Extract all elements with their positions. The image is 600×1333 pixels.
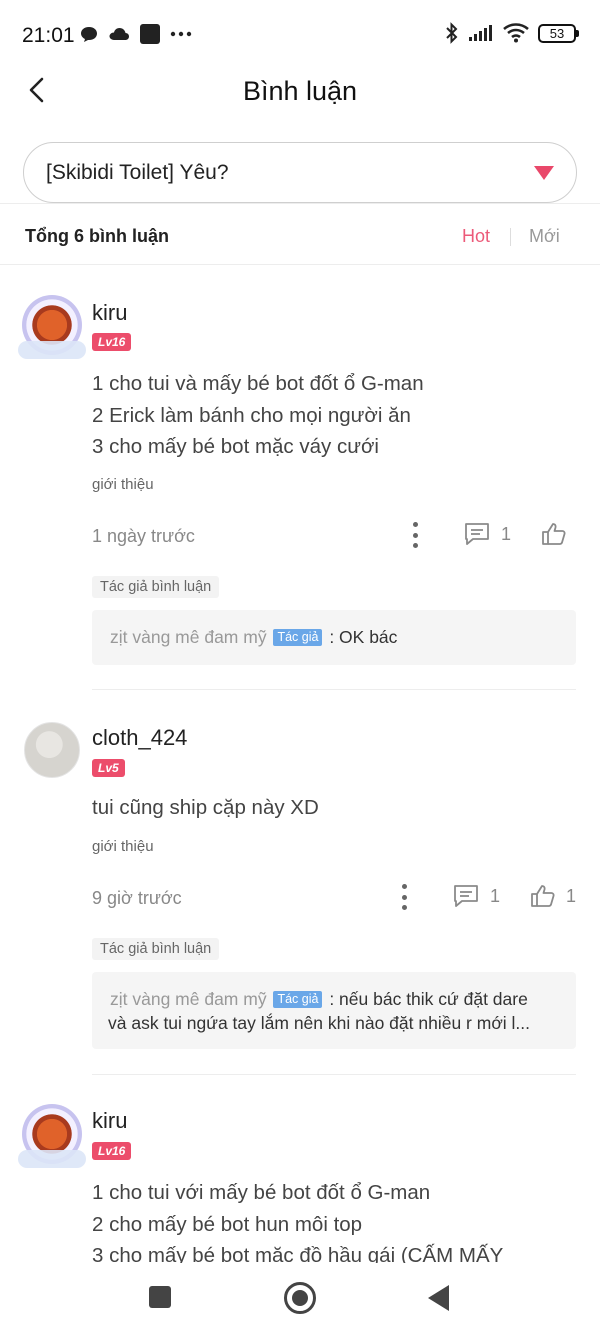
more-dots-icon [170,31,192,37]
chat-bubble-icon [81,27,97,42]
comment-username[interactable]: cloth_424 [92,725,187,751]
comment-tag[interactable]: giới thiệu [92,476,154,493]
system-back-button[interactable] [428,1285,449,1311]
cloud-icon [109,28,129,40]
more-options-button[interactable] [392,882,416,912]
comment-tag[interactable]: giới thiệu [92,838,154,855]
reply-button[interactable]: 1 [463,522,511,546]
status-left-icons [80,24,192,44]
app-square-icon [140,24,160,44]
reply-text: và ask tui ngứa tay lắm nên khi nào đặt … [108,1013,531,1033]
reply-text: : OK bác [329,627,398,647]
reply-author: zịt vàng mê đam mỹ [110,989,267,1009]
thumbs-up-icon [542,523,566,545]
thumbs-up-icon [531,885,555,907]
level-badge: Lv5 [92,759,125,777]
reply-text: : nếu bác thik cứ đặt dare [329,989,528,1009]
reply-author: zịt vàng mê đam mỹ [110,627,267,647]
comment-line: 3 cho mấy bé bot mặc đồ hầu gái (CẤM MẤY [92,1244,504,1263]
author-reply-chip: Tác giả bình luận [92,938,220,960]
comment-username[interactable]: kiru [92,300,127,326]
signal-icon [469,25,492,41]
avatar[interactable] [18,1104,86,1168]
comment-line: 2 Erick làm bánh cho mọi người ăn [92,403,411,427]
level-badge: Lv16 [92,333,132,351]
reply-count: 1 [501,523,512,544]
header: Bình luận [0,62,600,122]
wifi-icon [503,23,529,43]
comment-line: 1 cho tui và mấy bé bot đốt ổ G-man [92,372,424,395]
divider [92,1074,576,1075]
comment-line: 3 cho mấy bé bot mặc váy cưới [92,435,379,458]
comment-item: cloth_424 Lv5 tui cũng ship cặp này XD g… [0,716,600,1056]
like-count: 1 [566,885,577,906]
comment-count: Tổng 6 bình luận [25,226,169,246]
dropdown-arrow-icon [534,166,554,180]
comments-summary: Tổng 6 bình luận Hot Mới [0,214,600,258]
divider [92,689,576,690]
author-tag: Tác giả [273,629,323,646]
author-reply-chip: Tác giả bình luận [92,576,220,598]
comment-line: tui cũng ship cặp này XD [92,796,319,819]
reply-line: zịt vàng mê đam mỹ Tác giả : nếu bác thi… [110,989,562,1010]
comment-icon [454,885,478,907]
system-nav-bar [0,1263,600,1333]
comment-username[interactable]: kiru [92,1108,127,1134]
sort-separator [510,228,511,246]
reply-line: và ask tui ngứa tay lắm nên khi nào đặt … [108,1013,562,1034]
sort-new-tab[interactable]: Mới [529,226,560,247]
bluetooth-icon [446,22,458,44]
status-time: 21:01 [22,24,75,47]
recent-apps-button[interactable] [149,1286,171,1308]
avatar[interactable] [18,295,86,359]
home-button[interactable] [284,1282,316,1314]
comment-icon [465,523,489,545]
comment-time: 9 giờ trước [92,888,182,908]
reply-line: zịt vàng mê đam mỹ Tác giả : OK bác [110,627,562,648]
battery-icon: 53 [538,23,579,43]
sort-hot-tab[interactable]: Hot [462,226,490,247]
page-title: Bình luận [242,76,358,106]
comment-text: 1 cho tui và mấy bé bot đốt ổ G-man 2 Er… [92,368,424,463]
comment-text: tui cũng ship cặp này XD [92,792,319,824]
more-options-button[interactable] [403,520,427,550]
avatar[interactable] [24,722,80,778]
comment-line: 1 cho tui với mấy bé bot đốt ổ G-man [92,1181,431,1204]
divider [0,264,600,265]
level-badge: Lv16 [92,1142,132,1160]
status-right-icons: 53 [445,22,579,44]
comment-line: 2 cho mấy bé bot hun môi top [92,1212,363,1236]
author-reply[interactable]: zịt vàng mê đam mỹ Tác giả : OK bác [92,610,576,665]
author-reply[interactable]: zịt vàng mê đam mỹ Tác giả : nếu bác thi… [92,972,576,1049]
reply-count: 1 [490,885,501,906]
chapter-dropdown[interactable]: [Skibidi Toilet] Yêu? [23,142,577,203]
comment-item: kiru Lv16 1 cho tui và mấy bé bot đốt ổ … [0,290,600,690]
like-button[interactable] [541,522,577,546]
like-button[interactable]: 1 [530,884,576,908]
comment-time: 1 ngày trước [92,526,195,546]
author-tag: Tác giả [273,991,323,1008]
reply-button[interactable]: 1 [452,884,500,908]
comment-text: 1 cho tui với mấy bé bot đốt ổ G-man 2 c… [92,1177,503,1263]
comment-item: kiru Lv16 1 cho tui với mấy bé bot đốt ổ… [0,1099,600,1263]
chapter-dropdown-value: [Skibidi Toilet] Yêu? [46,161,229,184]
divider [0,203,600,204]
